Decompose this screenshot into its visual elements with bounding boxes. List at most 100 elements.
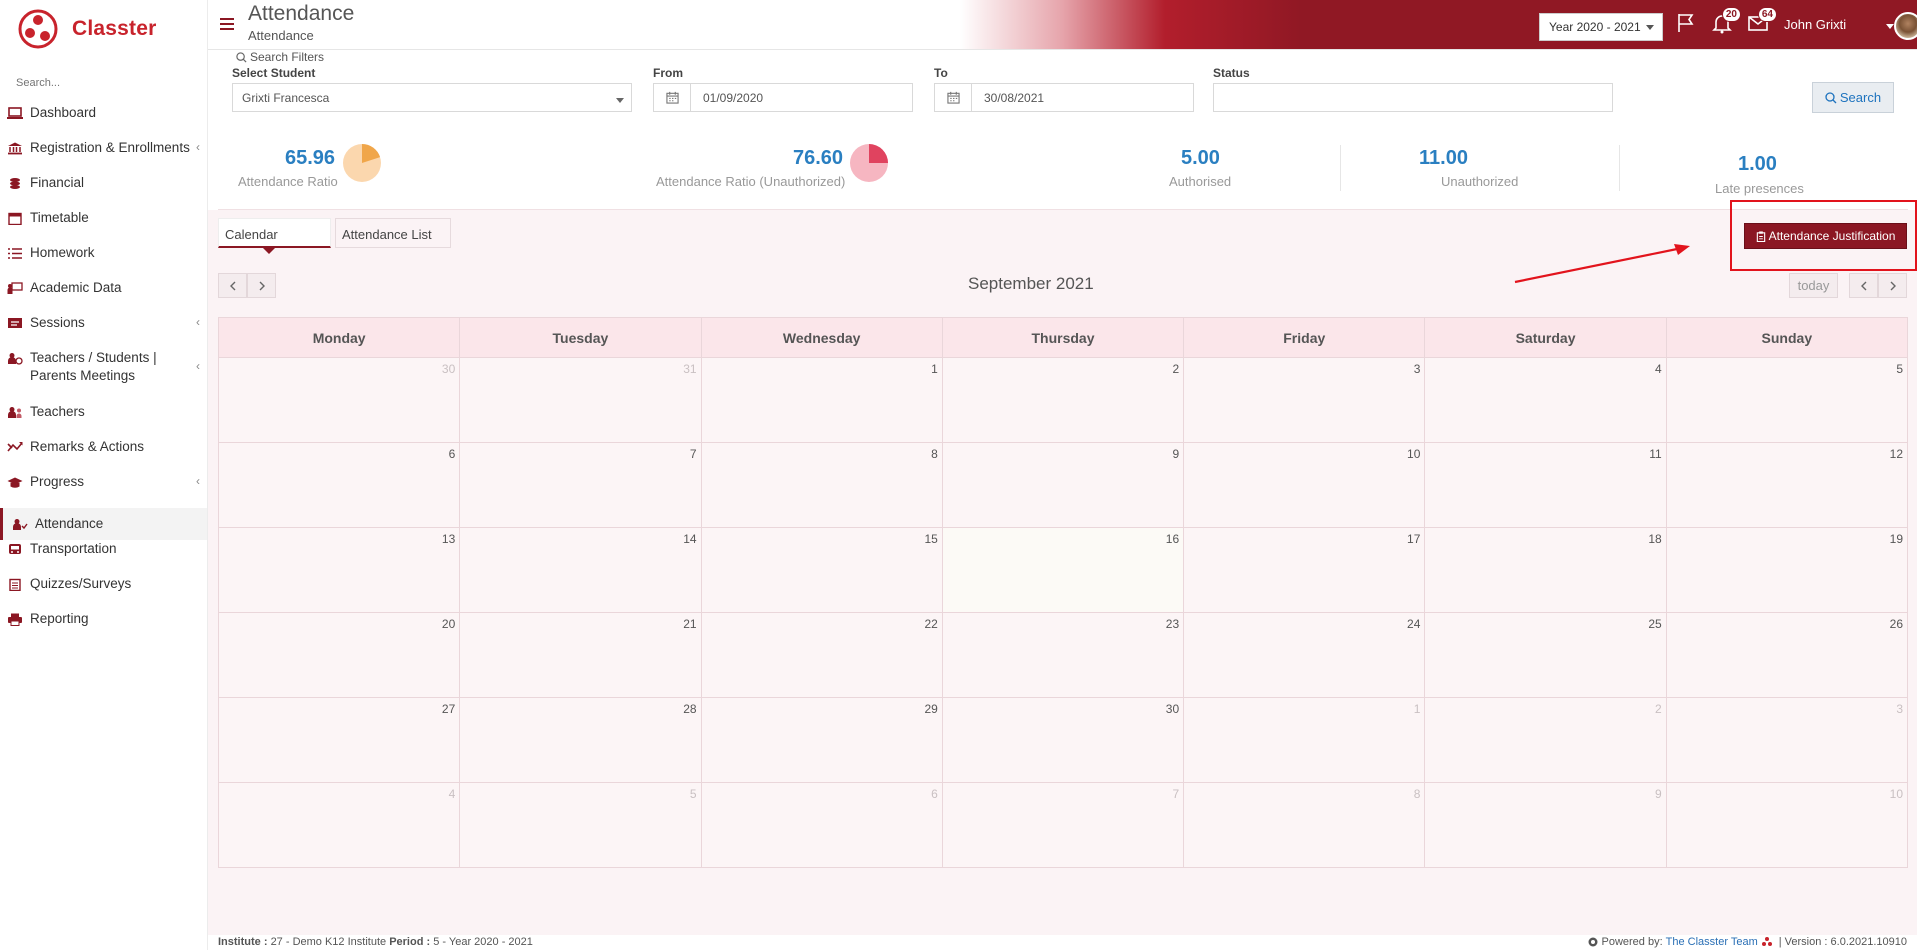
calendar-day-cell[interactable]: 9 <box>941 442 1185 528</box>
next-month-button[interactable] <box>247 273 276 298</box>
from-date-input[interactable]: 01/09/2020 <box>690 83 913 112</box>
sidebar-item-attendance[interactable]: Attendance <box>0 508 207 540</box>
calendar-day-cell[interactable]: 28 <box>459 697 702 783</box>
chevron-left-icon[interactable]: ‹ <box>196 359 200 373</box>
calendar-day-cell[interactable]: 2 <box>1424 697 1667 783</box>
prev-month-button[interactable] <box>218 273 247 298</box>
next-month-button-right[interactable] <box>1878 273 1907 298</box>
chevron-left-icon[interactable]: ‹ <box>196 140 200 154</box>
sidebar-item-transportation[interactable]: Transportation <box>0 540 207 575</box>
day-number: 31 <box>683 362 697 376</box>
calendar-day-cell[interactable]: 30 <box>941 697 1185 783</box>
menu-toggle-icon[interactable] <box>220 18 234 30</box>
to-date-input[interactable]: 30/08/2021 <box>971 83 1194 112</box>
tab-calendar[interactable]: Calendar <box>218 218 331 254</box>
calendar-day-cell[interactable]: 7 <box>459 442 702 528</box>
sidebar-item-label: Teachers <box>30 404 85 419</box>
calendar-day-cell[interactable]: 20 <box>217 612 461 698</box>
calendar-day-cell[interactable]: 6 <box>700 782 943 868</box>
tab-attendance-list[interactable]: Attendance List <box>335 218 451 248</box>
calendar-day-cell[interactable]: 1 <box>700 357 943 443</box>
status-label: Status <box>1213 66 1250 80</box>
sessions-icon <box>6 316 24 330</box>
calendar-icon[interactable] <box>653 83 691 112</box>
calendar-day-cell[interactable]: 5 <box>459 782 702 868</box>
calendar-day-cell[interactable]: 6 <box>217 442 461 528</box>
calendar-day-cell[interactable]: 12 <box>1665 442 1909 528</box>
calendar-day-cell[interactable]: 3 <box>1183 357 1426 443</box>
sidebar-item-quizzes-surveys[interactable]: Quizzes/Surveys <box>0 575 207 610</box>
sidebar-item-timetable[interactable]: Timetable <box>0 209 207 244</box>
calendar-day-cell[interactable]: 2 <box>941 357 1185 443</box>
sidebar-item-registration-enrollments[interactable]: Registration & Enrollments ‹ <box>0 139 207 174</box>
calendar-day-cell[interactable]: 3 <box>1665 697 1909 783</box>
calendar-day-cell[interactable]: 13 <box>217 527 461 613</box>
student-select[interactable]: Grixti Francesca <box>232 83 632 112</box>
logo[interactable]: Classter <box>0 0 207 58</box>
sidebar-search-input[interactable] <box>16 72 192 94</box>
day-number: 19 <box>1889 532 1903 546</box>
calendar-day-cell[interactable]: 8 <box>700 442 943 528</box>
sidebar-item-progress[interactable]: Progress ‹ <box>0 473 207 508</box>
day-number: 29 <box>924 702 938 716</box>
calendar-day-cell[interactable]: 10 <box>1665 782 1909 868</box>
active-tab-indicator <box>263 248 275 254</box>
prev-month-button-right[interactable] <box>1849 273 1878 298</box>
classter-team-link[interactable]: The Classter Team <box>1666 936 1758 948</box>
chevron-left-icon[interactable]: ‹ <box>196 315 200 329</box>
sidebar-item-label: Sessions <box>30 315 85 330</box>
calendar-day-cell[interactable]: 30 <box>217 357 461 443</box>
calendar-day-cell[interactable]: 14 <box>459 527 702 613</box>
sidebar-item-reporting[interactable]: Reporting <box>0 610 207 645</box>
calendar-day-cell[interactable]: 29 <box>700 697 943 783</box>
calendar-day-cell[interactable]: 24 <box>1183 612 1426 698</box>
chevron-left-icon[interactable]: ‹ <box>196 474 200 488</box>
calendar-day-cell[interactable]: 19 <box>1665 527 1909 613</box>
calendar-day-cell[interactable]: 21 <box>459 612 702 698</box>
calendar-day-cell[interactable]: 1 <box>1183 697 1426 783</box>
calendar-day-cell[interactable]: 4 <box>217 782 461 868</box>
calendar-day-cell[interactable]: 18 <box>1424 527 1667 613</box>
sidebar-item-teachers[interactable]: Teachers <box>0 403 207 438</box>
sidebar-item-financial[interactable]: Financial <box>0 174 207 209</box>
sidebar-item-dashboard[interactable]: Dashboard <box>0 104 207 139</box>
calendar-icon[interactable] <box>934 83 972 112</box>
user-menu[interactable]: John Grixti <box>1784 17 1846 32</box>
notifications-badge: 20 <box>1721 7 1741 22</box>
flag-icon[interactable] <box>1675 12 1699 34</box>
sidebar-item-remarks-actions[interactable]: Remarks & Actions <box>0 438 207 473</box>
sidebar-item-sessions[interactable]: Sessions ‹ <box>0 314 207 349</box>
calendar-day-cell[interactable]: 26 <box>1665 612 1909 698</box>
calendar-day-cell[interactable]: 7 <box>941 782 1185 868</box>
status-select[interactable] <box>1213 83 1613 112</box>
attendance-justification-button[interactable]: Attendance Justification <box>1744 223 1907 249</box>
calendar-day-cell[interactable]: 17 <box>1183 527 1426 613</box>
sidebar-item-homework[interactable]: Homework <box>0 244 207 279</box>
calendar-day-cell[interactable]: 4 <box>1424 357 1667 443</box>
calendar-day-cell[interactable]: 8 <box>1183 782 1426 868</box>
calendar-title: September 2021 <box>968 274 1094 293</box>
calendar-body: 30 31 1 2 3 4 5 6 7 8 9 10 11 12 13 14 15 16 17 18 19 20 21 22 2… <box>217 357 1909 868</box>
year-select[interactable]: Year 2020 - 2021 <box>1539 13 1663 41</box>
bell-icon[interactable]: 20 <box>1711 7 1741 34</box>
calendar-day-cell[interactable]: 22 <box>700 612 943 698</box>
calendar-day-cell[interactable]: 15 <box>700 527 943 613</box>
calendar-day-cell[interactable]: 27 <box>217 697 461 783</box>
calendar-day-cell[interactable]: 11 <box>1424 442 1667 528</box>
calendar-day-cell[interactable]: 5 <box>1665 357 1909 443</box>
caret-down-icon[interactable] <box>1886 24 1894 29</box>
calendar-day-cell[interactable]: 16 <box>941 527 1185 613</box>
calendar-day-cell[interactable]: 25 <box>1424 612 1667 698</box>
day-number: 8 <box>1413 787 1421 801</box>
sidebar-nav: Dashboard Registration & Enrollments ‹ Fina… <box>0 104 207 645</box>
calendar-day-cell[interactable]: 10 <box>1183 442 1426 528</box>
envelope-icon[interactable]: 64 <box>1747 7 1777 34</box>
sidebar-item-teachers-students-parents-meetings[interactable]: Teachers / Students | Parents Meetings ‹ <box>0 349 207 403</box>
sidebar-item-academic-data[interactable]: Academic Data <box>0 279 207 314</box>
today-button[interactable]: today <box>1789 273 1838 298</box>
calendar-day-cell[interactable]: 9 <box>1424 782 1667 868</box>
search-button[interactable]: Search <box>1812 82 1894 113</box>
calendar-day-cell[interactable]: 31 <box>459 357 702 443</box>
avatar[interactable] <box>1894 12 1917 40</box>
calendar-day-cell[interactable]: 23 <box>941 612 1185 698</box>
